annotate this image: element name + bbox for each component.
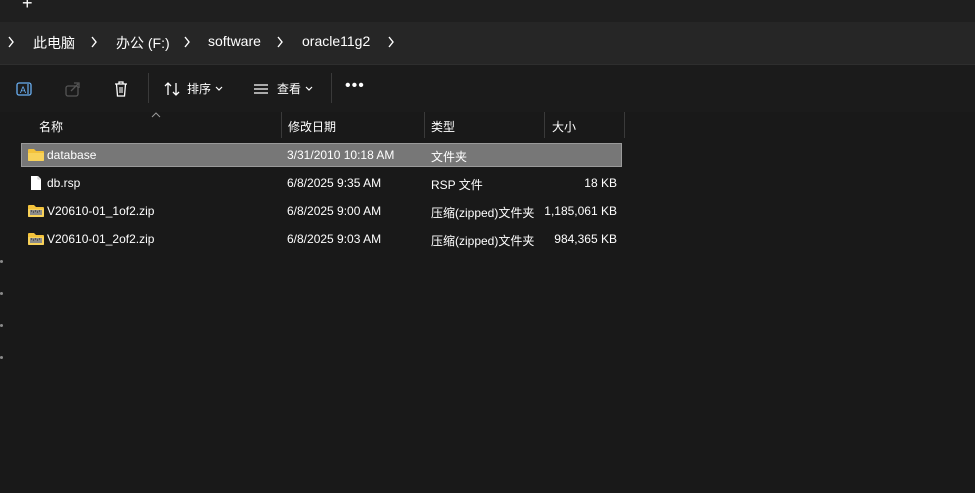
file-row[interactable]: database 3/31/2010 10:18 AM 文件夹 [21,143,622,167]
file-size: 18 KB [584,176,617,190]
view-button[interactable]: 查看 [277,80,301,97]
column-divider[interactable] [424,112,425,138]
file-size: 984,365 KB [554,232,617,246]
column-divider[interactable] [281,112,282,138]
chevron-down-icon[interactable] [214,84,224,94]
delete-icon[interactable] [111,79,131,99]
address-bar[interactable]: 此电脑 办公 (F:) software oracle11g2 [0,22,975,64]
file-type: 压缩(zipped)文件夹 [431,206,535,220]
nav-expand-marker[interactable] [0,260,3,263]
file-row[interactable]: V20610-01_1of2.zip 6/8/2025 9:00 AM 压缩(z… [22,200,621,222]
file-type: 压缩(zipped)文件夹 [431,234,535,248]
file-name: db.rsp [47,176,81,190]
file-type: 文件夹 [431,150,468,164]
file-row[interactable]: db.rsp 6/8/2025 9:35 AM RSP 文件 18 KB [22,172,621,194]
breadcrumb-drive[interactable]: 办公 (F:) [116,33,170,53]
toolbar-separator [148,73,149,103]
column-header-modified[interactable]: 修改日期 [288,118,336,135]
file-modified: 6/8/2025 9:35 AM [287,176,382,190]
toolbar-separator [331,73,332,103]
nav-expand-marker[interactable] [0,356,3,359]
nav-expand-marker[interactable] [0,324,3,327]
chevron-down-icon[interactable] [304,84,314,94]
file-name: V20610-01_1of2.zip [47,204,155,218]
breadcrumb-this-pc[interactable]: 此电脑 [33,33,75,53]
column-divider[interactable] [544,112,545,138]
column-header-size[interactable]: 大小 [552,118,576,135]
chevron-right-icon[interactable] [276,35,284,49]
file-modified: 6/8/2025 9:03 AM [287,232,382,246]
file-modified: 3/31/2010 10:18 AM [287,148,395,162]
file-size: 1,185,061 KB [544,204,617,218]
breadcrumb-oracle11g2[interactable]: oracle11g2 [302,33,370,49]
file-name: V20610-01_2of2.zip [47,232,155,246]
nav-expand-marker[interactable] [0,292,3,295]
sort-ascending-icon [151,112,161,118]
column-header-type[interactable]: 类型 [431,118,455,135]
file-modified: 6/8/2025 9:00 AM [287,204,382,218]
zip-folder-icon [28,233,44,245]
chevron-right-icon[interactable] [387,35,395,49]
tab-strip: + [0,0,975,22]
chevron-right-icon[interactable] [90,35,98,49]
column-header-name[interactable]: 名称 [39,118,63,135]
sort-icon[interactable] [162,79,182,99]
folder-icon [28,149,44,161]
rename-icon[interactable]: A [15,79,35,99]
chevron-right-icon[interactable] [183,35,191,49]
file-name: database [47,148,97,162]
view-icon[interactable] [251,79,271,99]
file-icon [31,176,41,190]
svg-text:A: A [20,85,26,95]
sort-button[interactable]: 排序 [187,80,211,97]
zip-folder-icon [28,205,44,217]
file-type: RSP 文件 [431,178,483,192]
new-tab-button[interactable]: + [22,0,33,12]
column-header-row: 名称 修改日期 类型 大小 [0,112,975,138]
more-options-button[interactable]: ••• [345,77,365,95]
file-row[interactable]: V20610-01_2of2.zip 6/8/2025 9:03 AM 压缩(z… [22,228,621,250]
column-divider[interactable] [624,112,625,138]
breadcrumb-software[interactable]: software [208,33,261,49]
share-icon[interactable] [63,79,83,99]
command-bar: A 排序 查看 ••• [0,65,975,112]
chevron-right-icon[interactable] [7,35,15,49]
